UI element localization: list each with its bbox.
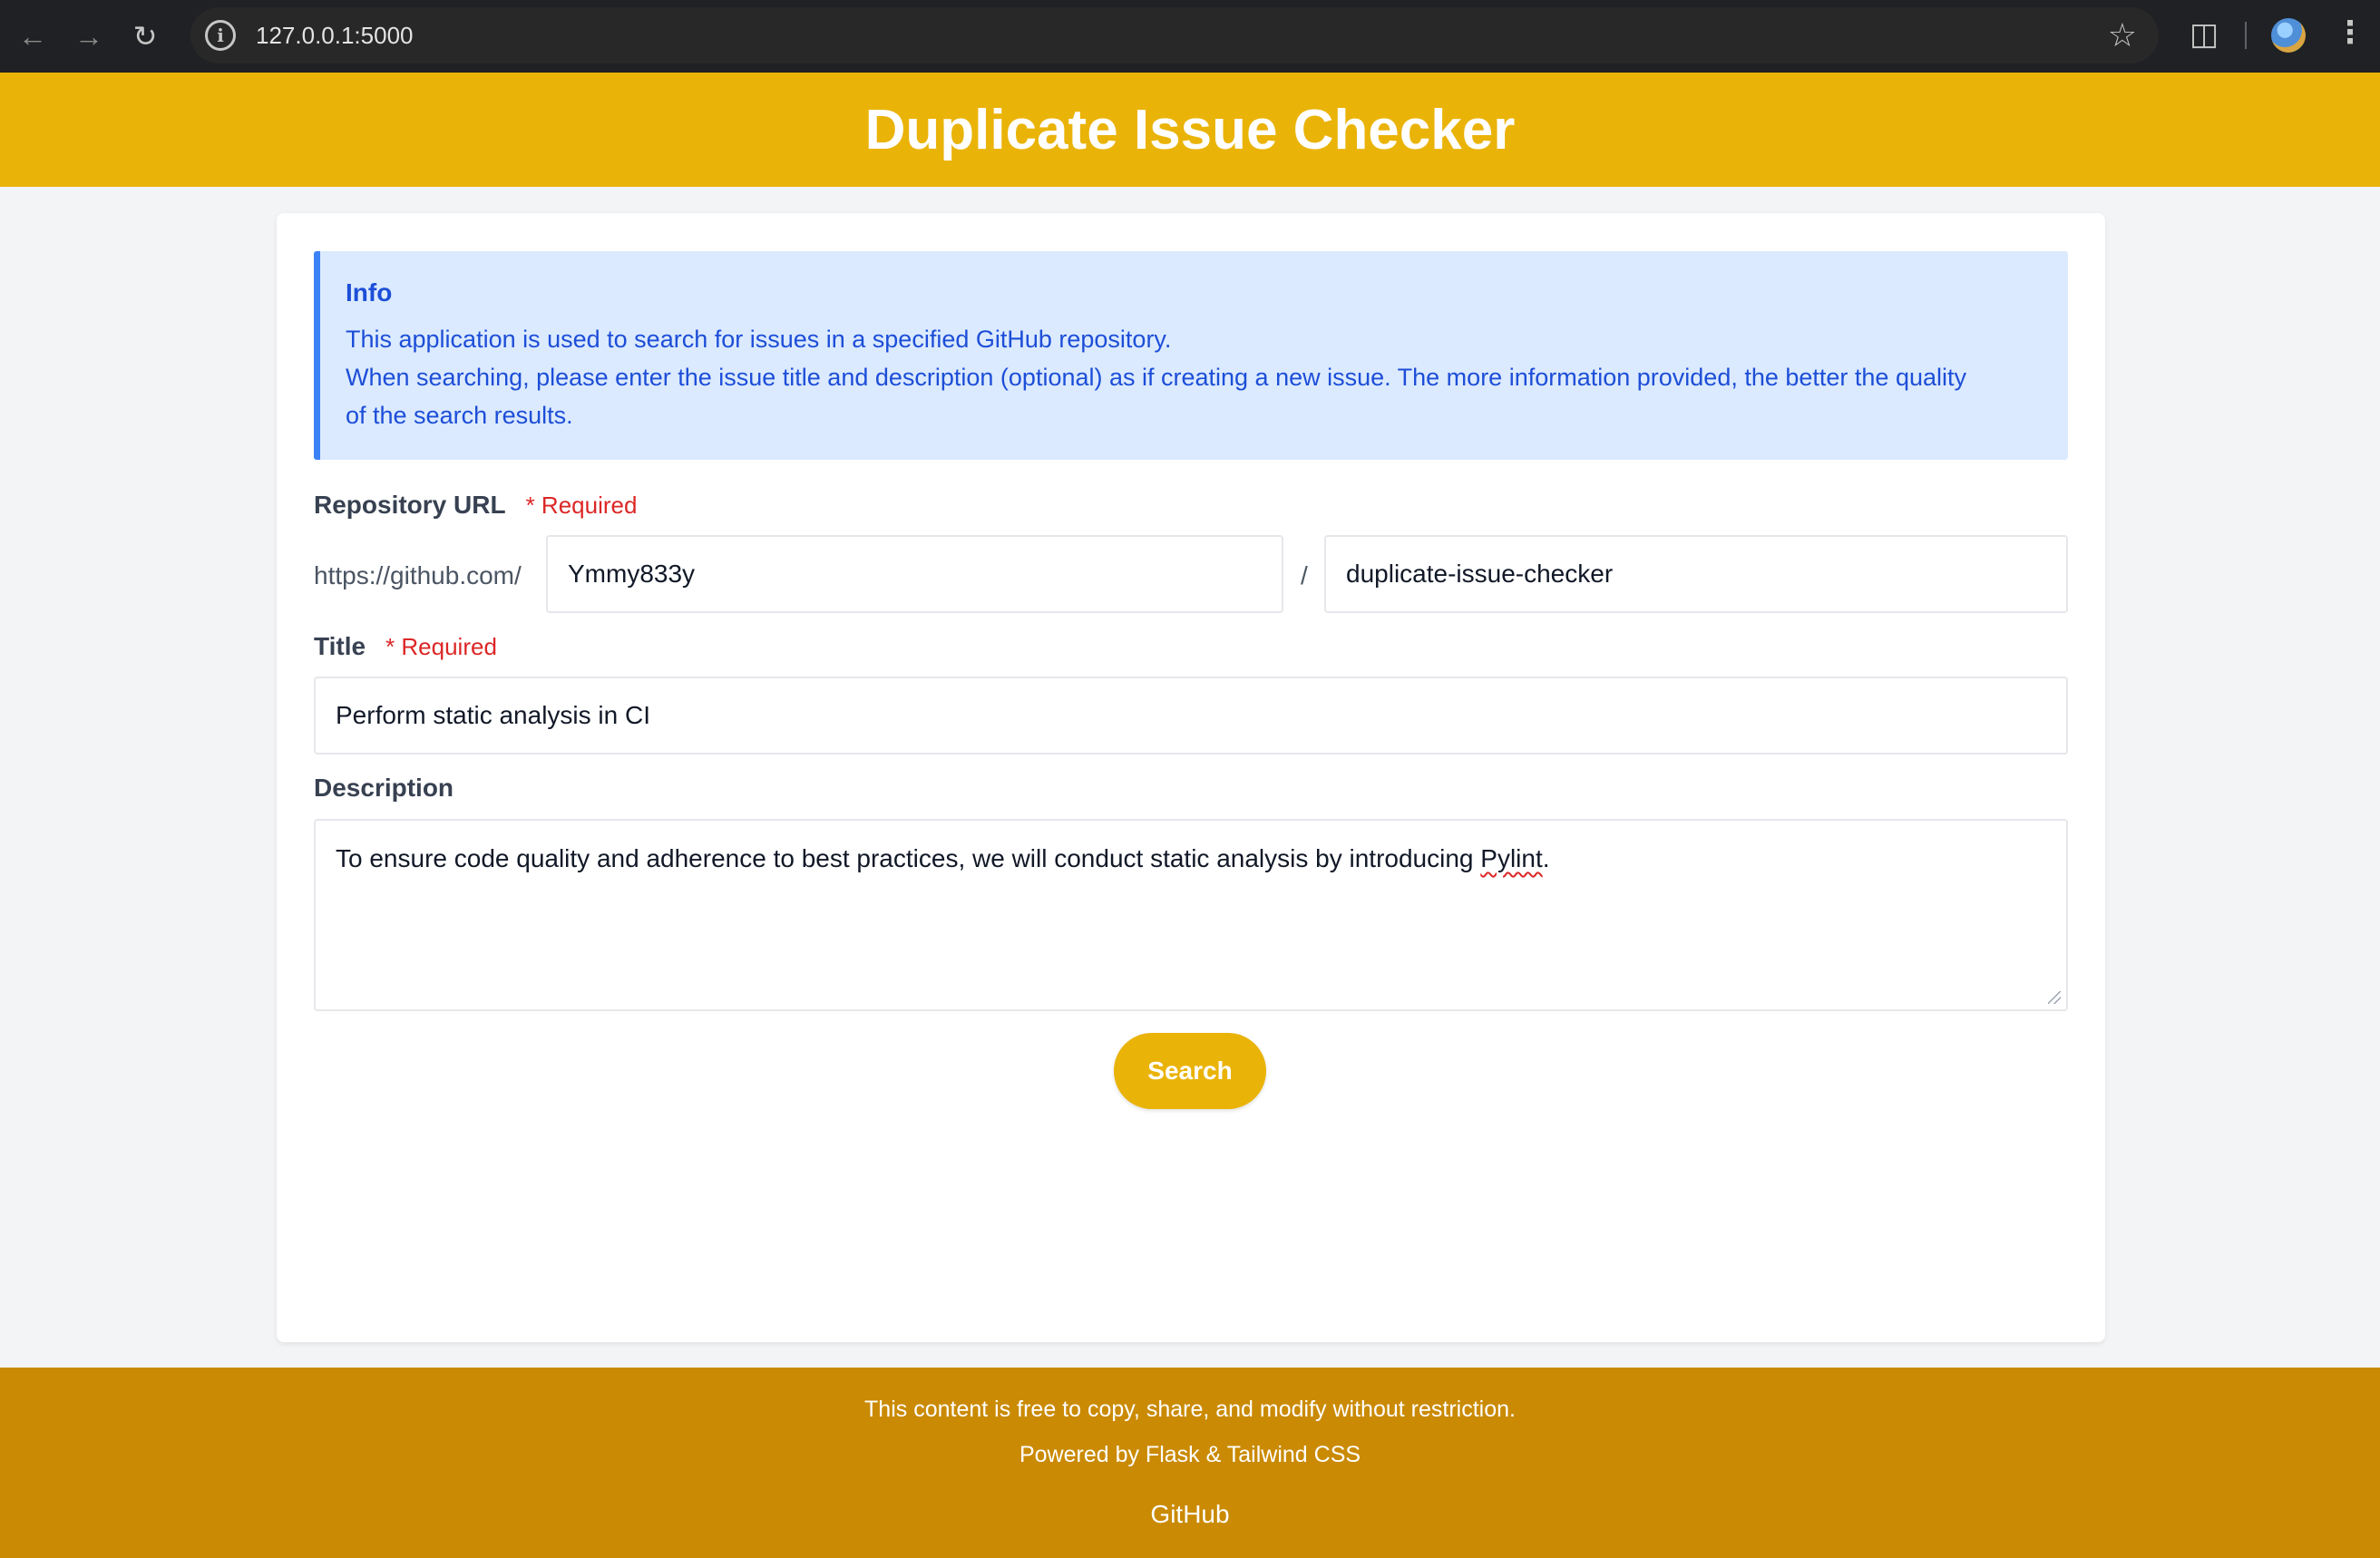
- toolbar-divider: [2245, 22, 2247, 49]
- footer-license-text: This content is free to copy, share, and…: [864, 1397, 1516, 1422]
- browser-toolbar: ← → ↻ i 127.0.0.1:5000 ☆ ◫ ⋮: [0, 0, 2380, 73]
- info-line-1: This application is used to search for i…: [346, 326, 1172, 353]
- main-card: Info This application is used to search …: [277, 213, 2105, 1342]
- spellcheck-flagged-word: Pylint: [1480, 844, 1543, 872]
- title-label-row: Title * Required: [314, 632, 497, 661]
- repo-required-marker: * Required: [525, 492, 638, 519]
- repo-separator: /: [1301, 561, 1308, 589]
- menu-icon[interactable]: ⋮: [2335, 15, 2365, 51]
- title-value: Perform static analysis in CI: [336, 701, 650, 729]
- profile-avatar[interactable]: [2271, 18, 2306, 53]
- info-title: Info: [346, 278, 393, 307]
- url-text[interactable]: 127.0.0.1:5000: [256, 22, 414, 50]
- info-line-3: of the search results.: [346, 402, 573, 429]
- repo-url-label: Repository URL: [314, 491, 506, 519]
- bookmark-star-icon[interactable]: ☆: [2108, 16, 2137, 54]
- description-label-row: Description: [314, 774, 454, 803]
- search-button[interactable]: Search: [1114, 1033, 1266, 1109]
- site-info-icon[interactable]: i: [205, 20, 236, 51]
- back-arrow-icon[interactable]: ←: [13, 16, 53, 56]
- forward-arrow-icon[interactable]: →: [69, 16, 109, 56]
- page-footer: This content is free to copy, share, and…: [0, 1368, 2380, 1558]
- page-header: Duplicate Issue Checker: [0, 73, 2380, 187]
- title-input[interactable]: Perform static analysis in CI: [314, 677, 2068, 755]
- page-title: Duplicate Issue Checker: [864, 98, 1516, 161]
- repo-owner-value: Ymmy833y: [568, 560, 696, 588]
- textarea-resize-handle[interactable]: [2048, 991, 2061, 1004]
- extensions-icon[interactable]: ◫: [2186, 16, 2222, 53]
- info-alert: Info This application is used to search …: [314, 251, 2068, 460]
- title-label: Title: [314, 632, 366, 660]
- footer-powered-text: Powered by Flask & Tailwind CSS: [1019, 1442, 1361, 1467]
- repo-name-value: duplicate-issue-checker: [1346, 560, 1614, 588]
- info-line-2: When searching, please enter the issue t…: [346, 364, 1966, 391]
- repo-label-row: Repository URL * Required: [314, 491, 637, 520]
- reload-icon[interactable]: ↻: [125, 16, 165, 56]
- address-bar[interactable]: i 127.0.0.1:5000 ☆: [190, 7, 2159, 63]
- github-link[interactable]: GitHub: [1150, 1500, 1229, 1528]
- title-required-marker: * Required: [385, 633, 497, 660]
- description-text: To ensure code quality and adherence to …: [336, 844, 1550, 872]
- repo-owner-input[interactable]: Ymmy833y: [546, 535, 1283, 613]
- repo-url-prefix: https://github.com/: [314, 561, 522, 589]
- description-textarea[interactable]: To ensure code quality and adherence to …: [314, 819, 2068, 1011]
- description-label: Description: [314, 774, 454, 802]
- repo-name-input[interactable]: duplicate-issue-checker: [1324, 535, 2068, 613]
